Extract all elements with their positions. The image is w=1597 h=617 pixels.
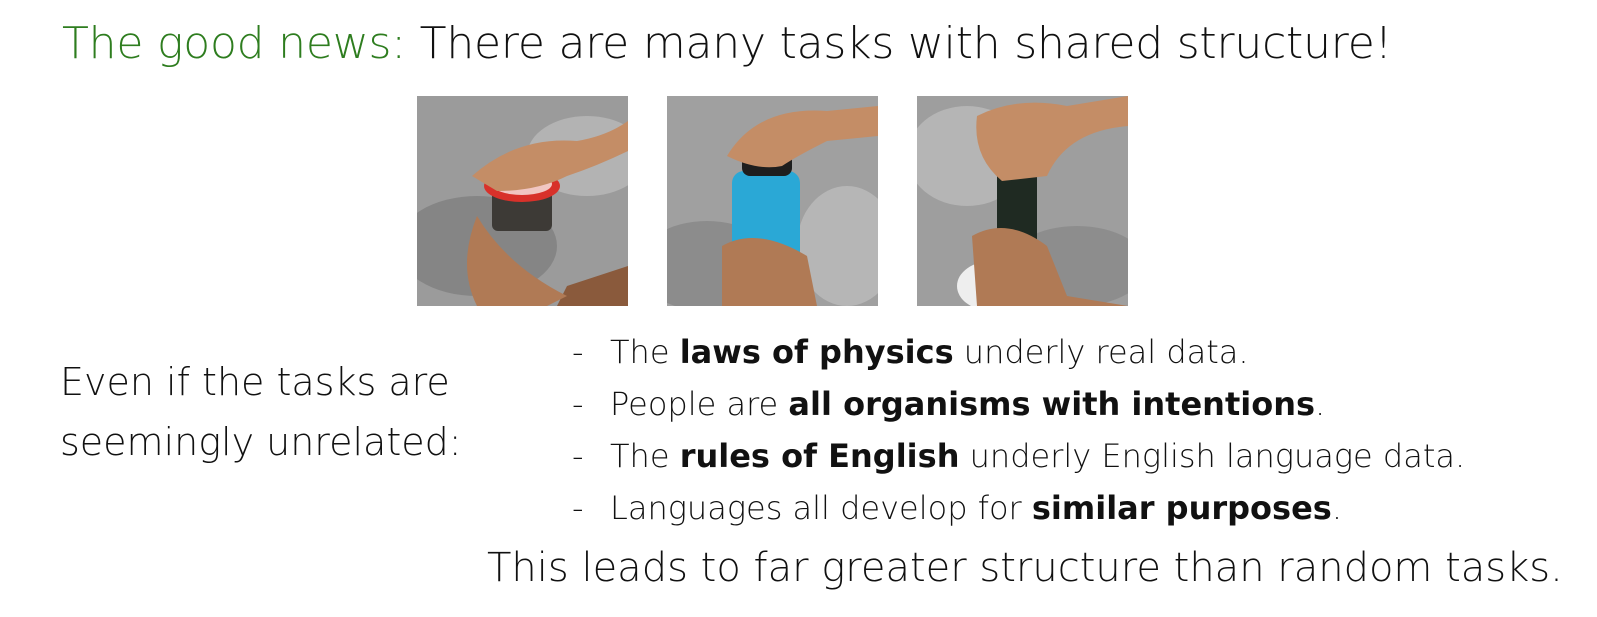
bullet-text-pre: The — [610, 437, 680, 475]
bullet-item: - The rules of English underly English la… — [572, 430, 1465, 482]
bullet-dash: - — [572, 385, 584, 423]
bullet-text-bold: rules of English — [679, 437, 960, 475]
bullet-text-bold: laws of physics — [679, 333, 954, 371]
side-statement: Even if the tasks are seemingly unrelate… — [60, 352, 462, 472]
bullet-dash: - — [572, 333, 584, 371]
bullet-text-bold: all organisms with intentions — [788, 385, 1316, 423]
bottle-opening-photo — [667, 96, 878, 306]
bullet-text-pre: The — [610, 333, 680, 371]
bullet-text-post: . — [1315, 385, 1326, 423]
bullet-text-pre: People are — [610, 385, 789, 423]
bullet-text-post: underly English language data. — [959, 437, 1466, 475]
bullet-dash: - — [572, 489, 584, 527]
title-lead: The good news: — [62, 18, 406, 69]
bullet-text-post: . — [1331, 489, 1342, 527]
slide-title: The good news: There are many tasks with… — [62, 18, 1392, 69]
side-line-2: seemingly unrelated: — [60, 420, 462, 464]
bullet-list: - The laws of physics underly real data. … — [572, 326, 1465, 534]
bullet-item: - Languages all develop for similar purpo… — [572, 482, 1465, 534]
title-rest: There are many tasks with shared structu… — [419, 18, 1393, 69]
bullet-dash: - — [572, 437, 584, 475]
grinder-twisting-photo — [917, 96, 1128, 306]
bullet-item: - People are all organisms with intention… — [572, 378, 1465, 430]
side-line-1: Even if the tasks are — [60, 360, 450, 404]
bullet-text-post: underly real data. — [953, 333, 1249, 371]
bullet-item: - The laws of physics underly real data. — [572, 326, 1465, 378]
jar-opening-photo — [417, 96, 628, 306]
bullet-text-bold: similar purposes — [1031, 489, 1332, 527]
bullet-text-pre: Languages all develop for — [610, 489, 1032, 527]
conclusion-text: This leads to far greater structure than… — [487, 545, 1563, 591]
